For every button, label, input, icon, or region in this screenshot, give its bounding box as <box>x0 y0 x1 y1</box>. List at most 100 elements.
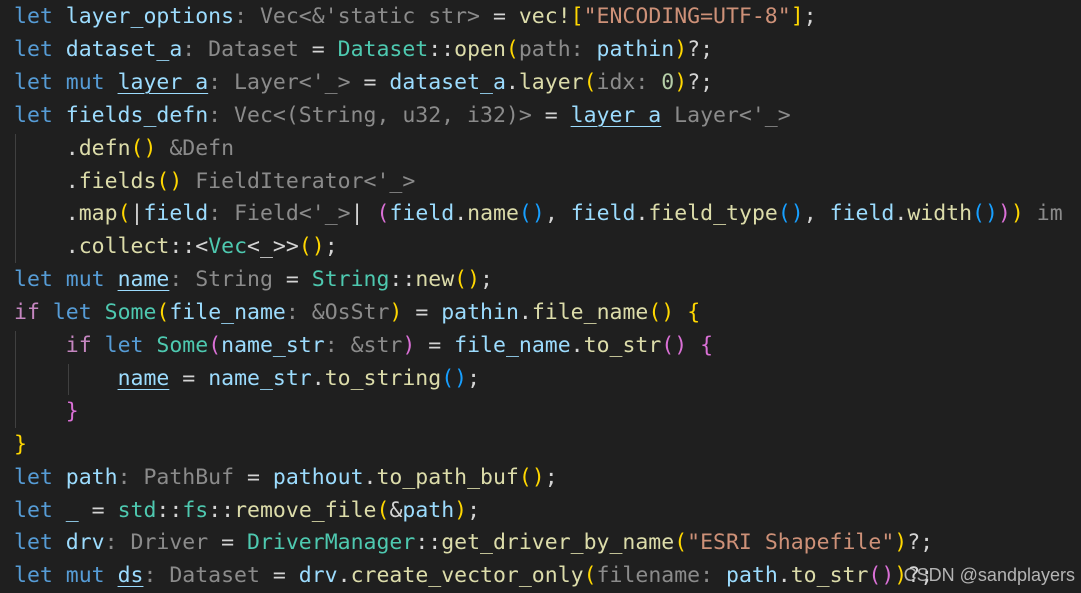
code-token: name <box>117 267 170 293</box>
code-line[interactable]: let dataset_a: Dataset = Dataset::open(p… <box>14 33 713 66</box>
code-token: ; <box>544 464 558 490</box>
code-token: fields <box>78 168 157 194</box>
code-token: ( <box>376 497 390 523</box>
code-line[interactable]: .defn() &Defn <box>14 132 234 165</box>
code-token: 0 <box>661 69 675 95</box>
code-token: path: <box>518 36 597 62</box>
code-token: : String <box>169 267 273 293</box>
code-line[interactable]: let drv: Driver = DriverManager::get_dri… <box>14 526 933 559</box>
code-token: , <box>803 201 830 227</box>
code-line[interactable]: .fields() FieldIterator<'_> <box>14 165 416 198</box>
code-line[interactable]: } <box>14 428 27 461</box>
code-token: open <box>454 36 506 62</box>
indent-guide <box>68 363 69 395</box>
code-token: ds <box>117 563 144 589</box>
code-token: let <box>14 102 66 128</box>
code-token: pathin <box>596 36 675 62</box>
code-line[interactable]: } <box>14 395 79 428</box>
code-token: idx: <box>596 69 662 95</box>
code-token: ( <box>505 36 519 62</box>
code-token: to_str <box>790 563 869 589</box>
code-line[interactable]: .map(|field: Field<'_>| (field.name(), f… <box>14 197 1063 230</box>
code-token: let <box>14 563 66 589</box>
code-line[interactable]: let layer_options: Vec<&'static str> = v… <box>14 0 817 33</box>
code-token: file_name <box>169 300 286 326</box>
code-token: ) <box>389 300 403 326</box>
code-token: _ <box>65 497 79 523</box>
code-token: path <box>726 563 778 589</box>
code-token: get_driver_by_name <box>441 530 675 556</box>
code-line[interactable]: let mut layer_a: Layer<'_> = dataset_a.l… <box>14 66 713 99</box>
code-token: :: <box>428 36 455 62</box>
code-token: } <box>14 431 27 457</box>
code-line[interactable]: if let Some(name_str: &str) = file_name.… <box>14 329 713 362</box>
code-token: () <box>130 135 157 161</box>
code-token: let <box>14 267 66 293</box>
code-token: ?; <box>687 69 714 95</box>
code-token: ; <box>480 267 493 293</box>
code-token: ?; <box>907 530 934 556</box>
code-line[interactable]: if let Some(file_name: &OsStr) = pathin.… <box>14 296 700 329</box>
code-token: . <box>505 69 519 95</box>
code-token: layer <box>518 69 584 95</box>
code-line[interactable]: let _ = std::fs::remove_file(&path); <box>14 494 480 527</box>
code-token: = <box>234 464 273 490</box>
code-token: . <box>14 168 79 194</box>
code-token: mut <box>65 563 118 589</box>
code-editor[interactable]: let layer_options: Vec<&'static str> = v… <box>0 0 1081 593</box>
code-token: = <box>531 102 571 128</box>
code-token: &Defn <box>156 135 235 161</box>
code-token: Vec <box>208 234 248 260</box>
code-token: String <box>311 267 390 293</box>
code-token: ] <box>790 4 804 29</box>
code-line[interactable]: let mut name: String = String::new(); <box>14 263 493 296</box>
code-token: { <box>700 333 714 358</box>
code-token: layer_a <box>117 69 209 95</box>
code-token: name <box>467 201 519 227</box>
code-line[interactable]: name = name_str.to_string(); <box>14 362 480 395</box>
code-token: if <box>65 333 105 358</box>
code-token: ?; <box>687 36 714 62</box>
code-token: fields_defn <box>65 102 209 128</box>
code-token: ; <box>324 234 338 260</box>
code-token: : PathBuf <box>117 464 235 490</box>
code-token: . <box>14 234 79 260</box>
code-token: ::< <box>169 234 209 260</box>
code-token: name_str <box>221 333 325 358</box>
code-token: : Vec<&'static str> <box>234 4 481 29</box>
code-token: = <box>208 530 248 556</box>
code-token: , <box>544 201 571 227</box>
code-token: = <box>350 69 390 95</box>
code-token: name <box>117 365 170 391</box>
code-token: } <box>65 398 79 424</box>
code-token: new <box>415 267 455 293</box>
code-line[interactable]: .collect::<Vec<_>>(); <box>14 230 338 263</box>
code-token: . <box>363 464 377 490</box>
code-token: width <box>907 201 973 227</box>
code-token: :: <box>415 530 442 556</box>
code-token: { <box>687 300 701 326</box>
code-token: fs <box>182 497 209 523</box>
code-token: . <box>777 563 791 589</box>
code-token: <_>> <box>247 234 299 260</box>
code-token: DriverManager <box>247 530 416 556</box>
code-line[interactable]: let mut ds: Dataset = drv.create_vector_… <box>14 559 933 592</box>
code-token: to_path_buf <box>376 464 519 490</box>
code-token: () <box>661 333 688 358</box>
code-token: = <box>169 365 209 391</box>
code-token: : Dataset <box>182 36 299 62</box>
code-token: () <box>298 234 325 260</box>
code-token: ; <box>467 365 481 391</box>
code-token: path <box>65 464 118 490</box>
code-line[interactable]: let path: PathBuf = pathout.to_path_buf(… <box>14 461 558 494</box>
code-token: Some <box>104 300 157 326</box>
code-token: = <box>298 36 338 62</box>
code-token: | <box>130 201 144 227</box>
code-line[interactable]: let fields_defn: Vec<(String, u32, i32)>… <box>14 99 791 132</box>
code-token: . <box>454 201 468 227</box>
code-token: field <box>143 201 209 227</box>
code-token: layer_options <box>65 4 235 29</box>
